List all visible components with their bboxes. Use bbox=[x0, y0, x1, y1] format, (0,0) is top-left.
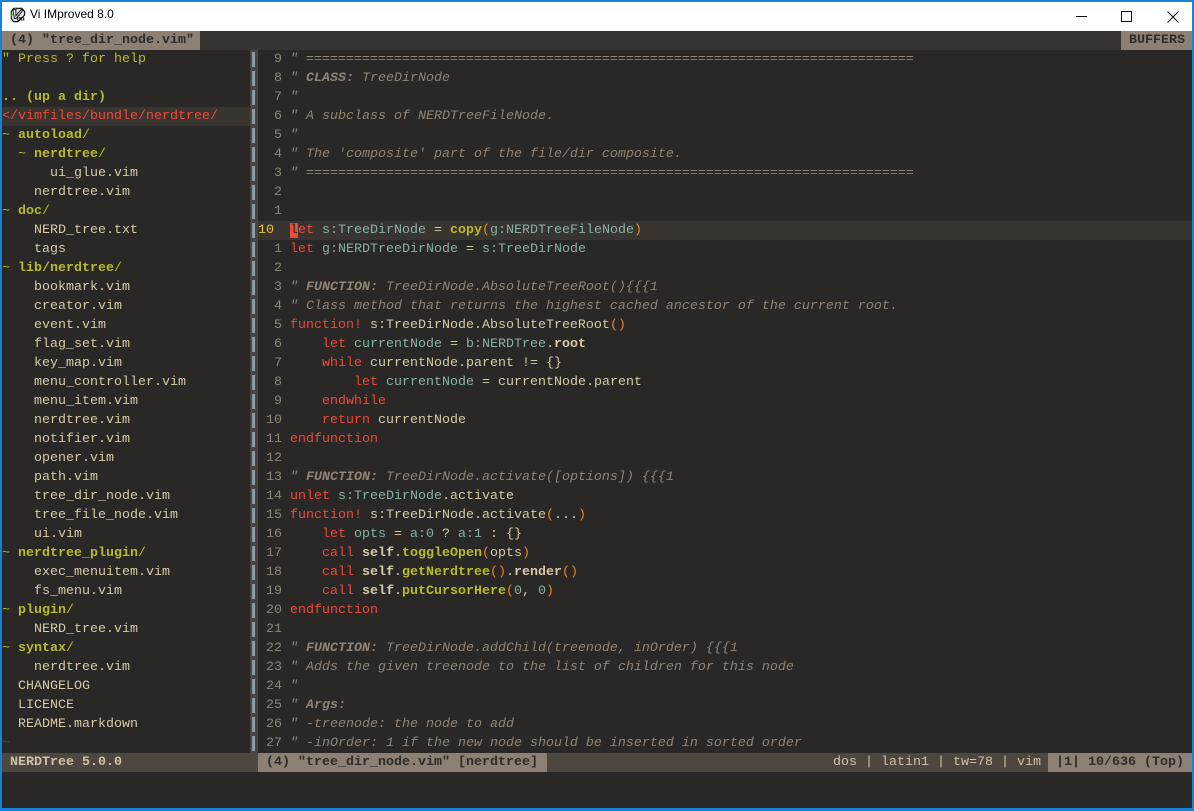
svg-text:im: im bbox=[17, 15, 25, 23]
